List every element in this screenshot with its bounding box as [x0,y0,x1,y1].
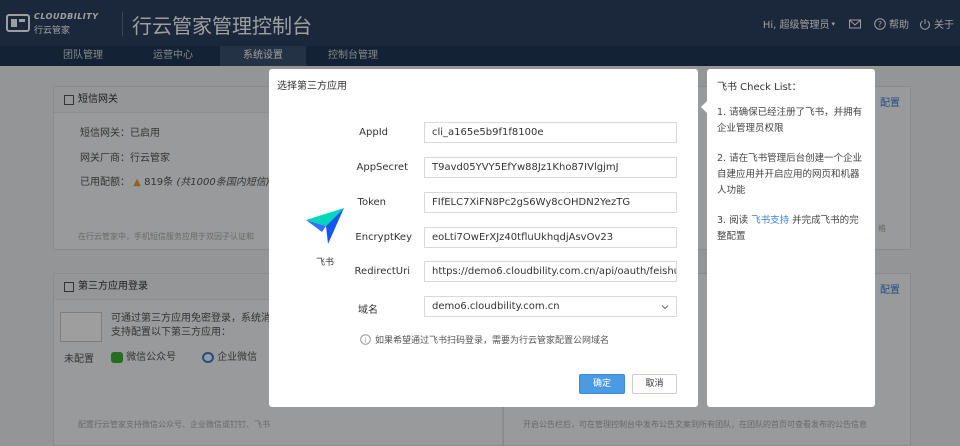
checklist-item-1: 1. 请确保已经注册了飞书，并拥有企业管理员权限 [717,107,863,134]
redirecturi-input[interactable]: https://demo6.cloudbility.com.cn/api/oau… [424,261,677,282]
domain-label: 域名 [358,305,378,316]
chevron-down-icon [661,304,669,309]
info-icon: i [360,334,371,345]
dialog-title: 选择第三方应用 [277,81,347,92]
domain-select[interactable]: demo6.cloudbility.com.cn [424,296,677,317]
feishu-support-link[interactable]: 飞书支持 [751,215,789,226]
svg-text:i: i [365,336,367,344]
token-input[interactable]: FIfELC7XiFN8Pc2gS6Wy8cOHDN2YezTG [424,192,677,213]
checklist-item-3-prefix: 3. 阅读 [717,215,752,226]
redirecturi-label: RedirectUri [354,266,410,277]
appsecret-label: AppSecret [356,162,409,173]
appsecret-input[interactable]: T9avd05YVY5EfYw88Jz1Kho87IVlgjmJ [424,157,677,178]
domain-hint: i 如果希望通过飞书扫码登录，需要为行云管家配置公网域名 [360,333,609,346]
appid-input[interactable]: cli_a165e5b9f1f8100e [424,122,677,143]
domain-selected-value: demo6.cloudbility.com.cn [432,301,560,312]
checklist-title: 飞书 Check List： [717,82,802,93]
feishu-checklist-popover: 飞书 Check List： 1. 请确保已经注册了飞书，并拥有企业管理员权限 … [701,69,875,407]
hint-text: 如果希望通过飞书扫码登录，需要为行云管家配置公网域名 [375,336,610,346]
checklist-item-2: 2. 请在飞书管理后台创建一个企业自建应用并开启应用的网页和机器人功能 [717,153,863,196]
cancel-button[interactable]: 取消 [632,374,677,394]
encryptkey-label: EncryptKey [355,232,412,243]
confirm-button[interactable]: 确定 [579,374,625,394]
encryptkey-input[interactable]: eoLti7OwErXJz40tfluUkhqdjAsvOv23 [424,227,677,248]
appid-label: AppId [359,127,388,138]
checklist-item-3: 3. 阅读 飞书支持 并完成飞书的完整配置 [717,213,867,245]
token-label: Token [357,197,386,208]
